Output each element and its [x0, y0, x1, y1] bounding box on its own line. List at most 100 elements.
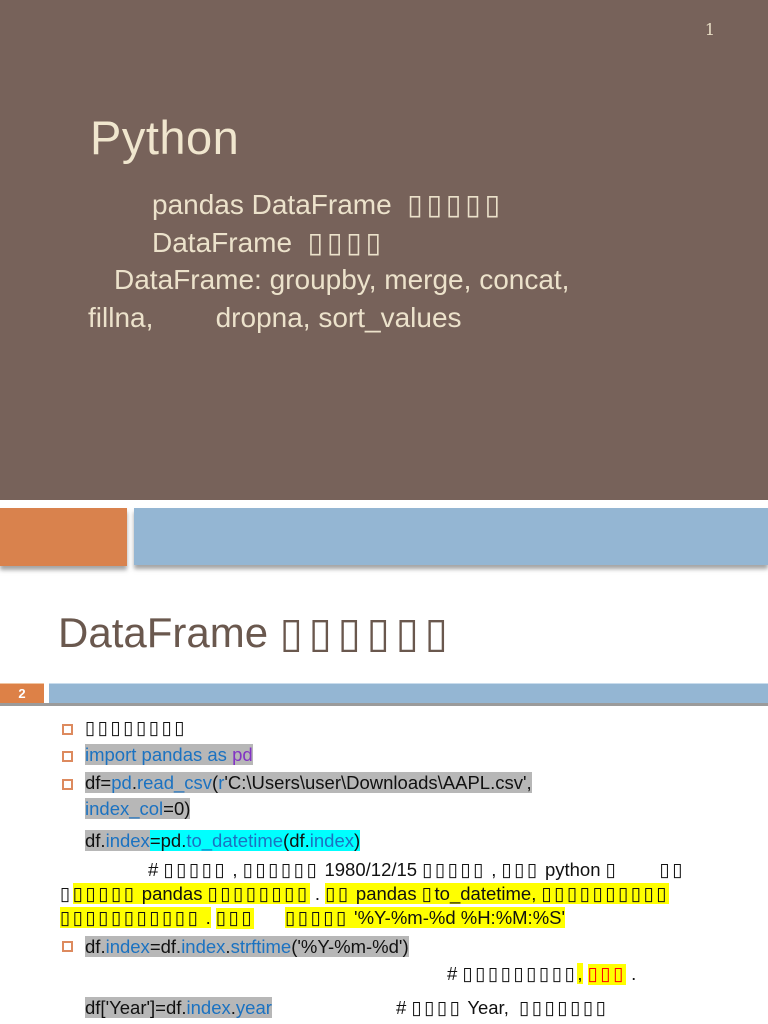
slide2-page-number-box: 2 — [0, 683, 44, 704]
comment-text: # — [396, 997, 412, 1018]
code-text: ('%Y-%m-%d') — [291, 936, 409, 957]
tofu-text: ▯ — [60, 884, 73, 905]
yellow-highlight: ▯▯▯▯▯ '%Y-%m-%d %H:%M:%S' — [285, 907, 566, 929]
code-text: read_csv — [136, 772, 213, 793]
slide1-subtitle-line1: pandas DataFrame ▯▯▯▯▯ — [152, 188, 504, 221]
yellow-highlight: ▯▯▯▯▯ pandas ▯▯▯▯▯▯▯▯ — [72, 883, 310, 905]
code-text: index — [105, 830, 150, 851]
tofu-text: ▯▯▯▯▯ — [285, 908, 349, 929]
code-text: to_datetime — [186, 830, 284, 851]
comment-text: to_datetime, — [434, 883, 542, 904]
tofu-text: ▯▯▯ — [215, 908, 255, 929]
gray-highlight: df['Year']=df.index.year — [85, 997, 272, 1018]
code-text: =0) — [163, 798, 191, 819]
code-text: df['Year']=df — [85, 997, 182, 1018]
gray-highlight: import pandas as pd — [85, 744, 253, 765]
bullet-icon — [62, 941, 73, 952]
comment-text: . — [200, 907, 211, 928]
code-text: strftime — [230, 936, 292, 957]
comment-text: . — [309, 883, 326, 904]
code-text: pd — [111, 772, 132, 793]
subtitle-tofu-boxes: ▯▯▯▯▯ — [407, 188, 504, 221]
code-line-to-datetime: df.index=pd.to_datetime(df.index) — [85, 829, 361, 853]
tofu-text: ▯▯▯▯▯▯▯ — [519, 998, 609, 1019]
subtitle-text: pandas DataFrame — [152, 189, 408, 220]
slide1-subtitle-line2: DataFrame ▯▯▯▯ — [152, 226, 385, 259]
comment-line-3-yellow: ▯▯▯▯▯▯▯▯▯▯▯ . ▯▯▯ ▯▯▯▯▯ '%Y-%m-%d %H:%M:… — [60, 906, 566, 931]
comment-text: # — [447, 963, 463, 984]
code-text: index — [186, 997, 231, 1018]
tofu-text: ▯▯▯▯▯▯▯▯ — [85, 718, 188, 739]
comment-text: . — [625, 963, 637, 984]
comment-gap — [254, 907, 285, 928]
code-text: year — [235, 997, 272, 1018]
gray-highlight: df=pd.read_csv(r'C:\Users\user\Downloads… — [85, 772, 532, 793]
slide2-header-bar-shadow — [0, 703, 768, 706]
comment-text: pandas — [350, 883, 422, 904]
bullet-icon — [62, 724, 73, 735]
comment-text: , — [486, 859, 502, 880]
comment-text: # — [148, 859, 164, 880]
gray-highlight: index_col=0) — [85, 798, 191, 819]
code-text: index — [105, 936, 150, 957]
tofu-text: ▯▯ — [659, 860, 686, 881]
code-line-read-data: ▯▯▯▯▯▯▯▯ — [85, 716, 187, 741]
comment-date: 1980/12/15 — [319, 859, 423, 880]
comment-line-1: # ▯▯▯▯▯ , ▯▯▯▯▯▯ 1980/12/15 ▯▯▯▯▯ , ▯▯▯ … — [148, 858, 685, 883]
title-slide: 1 Python pandas DataFrame ▯▯▯▯▯ DataFram… — [0, 0, 768, 500]
code-line-strftime: df.index=df.index.strftime('%Y-%m-%d') — [85, 935, 409, 959]
tofu-text: ▯▯▯▯▯▯▯▯ — [207, 884, 310, 905]
tofu-text: ▯▯▯▯ — [411, 998, 463, 1019]
code-text: df. — [85, 830, 106, 851]
code-text: =pd. — [149, 830, 187, 851]
code-line-read-csv: df=pd.read_csv(r'C:\Users\user\Downloads… — [85, 771, 532, 795]
yellow-highlight: ▯▯▯▯▯▯▯▯▯▯▯ . — [60, 907, 211, 929]
code-line-year: df['Year']=df.index.year # ▯▯▯▯ Year, ▯▯▯… — [85, 996, 606, 1020]
slide1-subtitle-line3: DataFrame: groupby, merge, concat, — [114, 264, 570, 295]
comment-text: , — [227, 859, 243, 880]
subtitle-tofu-boxes: ▯▯▯▯ — [307, 226, 385, 259]
tofu-text: ▯▯▯▯▯ — [163, 860, 228, 881]
code-alias: pd — [232, 744, 253, 765]
gray-highlight: df.index — [85, 830, 150, 851]
comment-text: pandas — [136, 883, 208, 904]
subtitle-text: DataFrame — [152, 227, 308, 258]
comment-line-4: # ▯▯▯▯▯▯▯▯▯, ▯▯▯ . — [447, 962, 636, 987]
comment-line-2-yellow: ▯▯▯▯▯▯ pandas ▯▯▯▯▯▯▯▯ . ▯▯ pandas ▯to_d… — [60, 882, 670, 907]
code-line-import: import pandas as pd — [85, 743, 253, 767]
slide1-page-number: 1 — [704, 20, 716, 39]
comment-text: python — [539, 859, 606, 880]
comment-text: Year, — [462, 997, 520, 1018]
code-text: df= — [85, 772, 112, 793]
tofu-text: ▯▯▯▯▯ — [72, 884, 137, 905]
code-text: df — [85, 936, 101, 957]
code-text: index — [309, 830, 354, 851]
code-line-index-col: index_col=0) — [85, 797, 191, 821]
code-text: ) — [354, 830, 361, 851]
code-text: =df — [149, 936, 177, 957]
tofu-text: ▯▯▯▯▯▯▯▯▯▯▯ — [60, 908, 201, 929]
comment-gap — [583, 963, 588, 984]
tofu-text: ▯▯▯ — [501, 860, 540, 881]
slide1-subtitle-line4: fillna, dropna, sort_values — [88, 302, 462, 333]
tofu-text: ▯▯▯▯▯▯▯▯▯ — [462, 964, 578, 985]
code-keyword: import pandas as — [85, 744, 233, 765]
code-text: index_col — [85, 798, 164, 819]
tofu-text: ▯ — [421, 884, 435, 905]
gray-highlight: df.index=df.index.strftime('%Y-%m-%d') — [85, 936, 409, 957]
tofu-text: ▯▯▯▯▯▯▯▯▯▯ — [541, 884, 670, 905]
comment-line-5: # ▯▯▯▯ Year, ▯▯▯▯▯▯▯ — [396, 996, 609, 1021]
slide1-title: Python — [90, 111, 240, 164]
code-text: index — [181, 936, 226, 957]
bullet-icon — [62, 751, 73, 762]
code-path: 'C:\Users\user\Downloads\AAPL.csv', — [224, 772, 532, 793]
slide2-title-text: DataFrame — [58, 609, 280, 656]
comment-format-string: '%Y-%m-%d %H:%M:%S' — [348, 907, 566, 928]
cyan-highlight: =pd.to_datetime(df.index) — [149, 830, 361, 851]
tofu-text: ▯▯▯▯▯ — [422, 860, 487, 881]
tofu-text: ▯ — [605, 860, 619, 881]
bullet-icon — [62, 779, 73, 790]
slide2-page-number: 2 — [18, 686, 26, 701]
slide2-title-tofu-boxes: ▯▯▯▯▯▯ — [279, 608, 454, 657]
comment-gap — [618, 859, 659, 880]
